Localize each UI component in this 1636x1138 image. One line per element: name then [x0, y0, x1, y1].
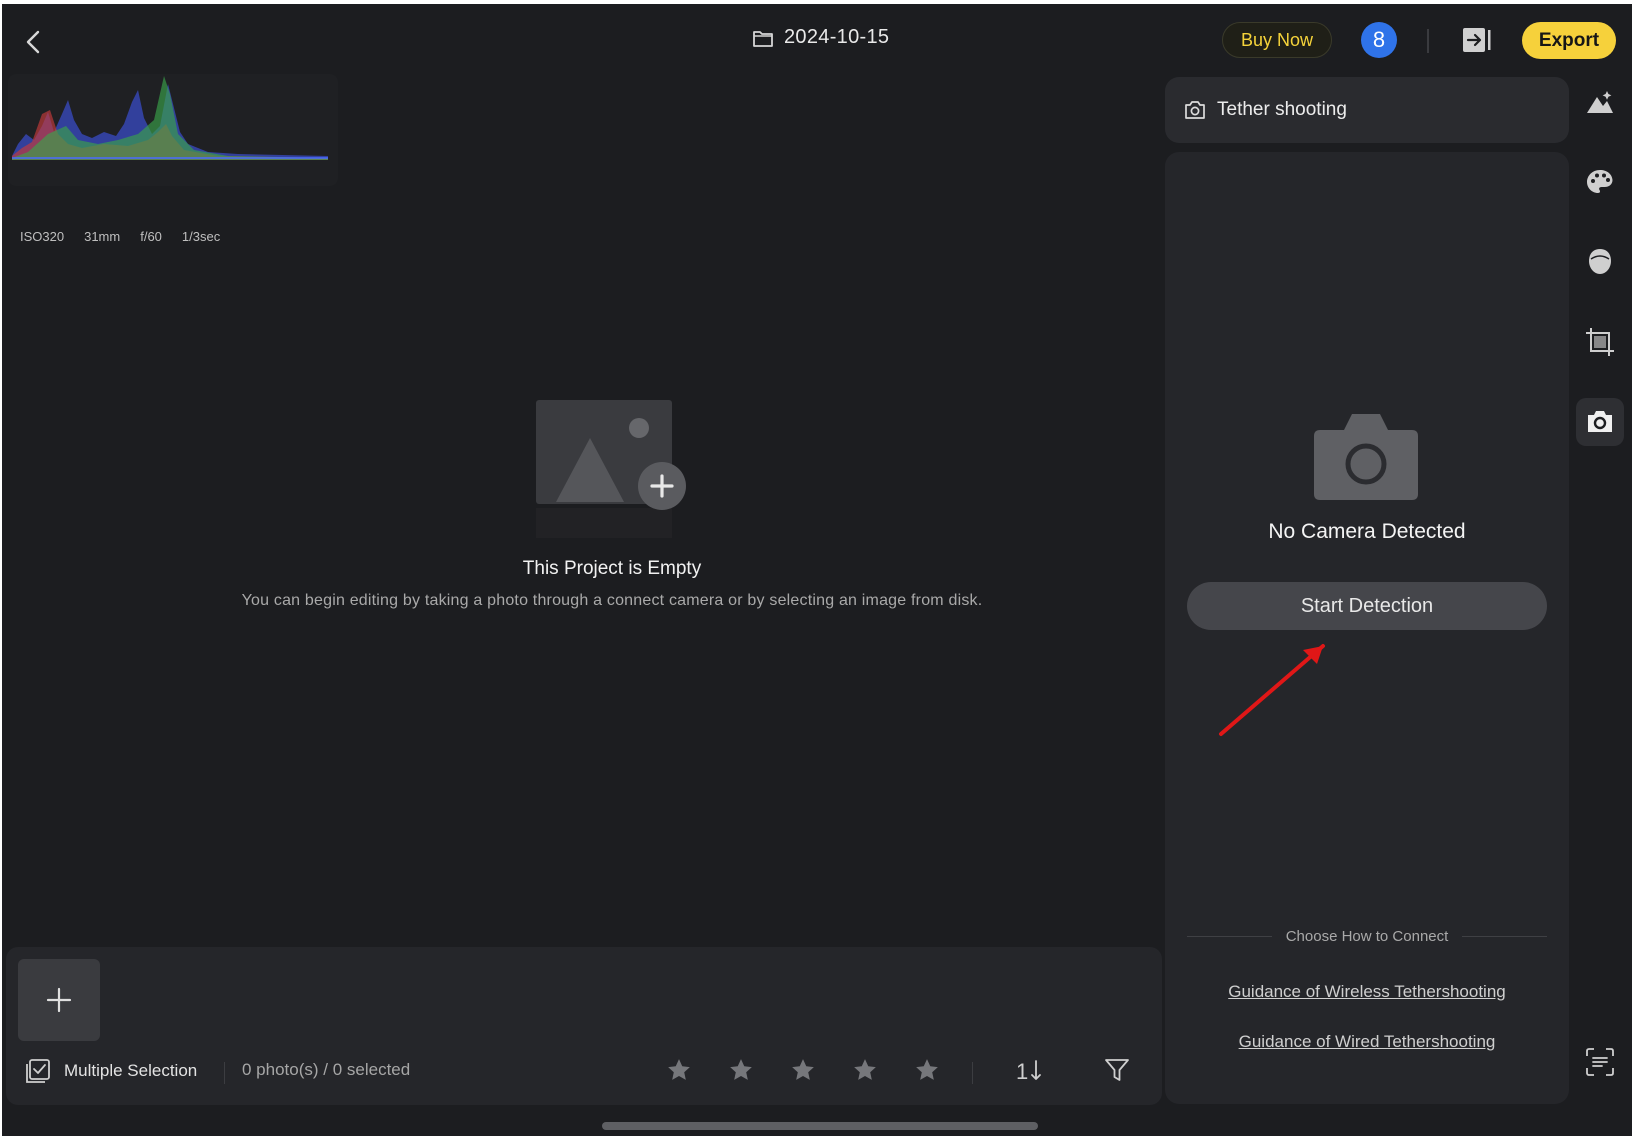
- rail-text-scan-button[interactable]: [1576, 1038, 1624, 1086]
- funnel-icon: [1105, 1059, 1129, 1081]
- rail-portrait-button[interactable]: [1576, 238, 1624, 286]
- red-arrow-annotation: [1219, 644, 1325, 736]
- rating-filter: [666, 1057, 940, 1083]
- text-scan-icon: [1586, 1048, 1614, 1076]
- home-indicator: [602, 1122, 1038, 1130]
- multi-select-icon: [26, 1059, 50, 1083]
- add-photo-button[interactable]: [18, 959, 100, 1041]
- histogram-graph: [12, 76, 328, 160]
- exit-panel-button[interactable]: [1460, 24, 1494, 56]
- divider: [972, 1062, 973, 1084]
- divider-line: [1187, 936, 1272, 937]
- project-title: 2024-10-15: [752, 26, 889, 49]
- divider: [224, 1062, 225, 1084]
- exif-shutter: 1/3sec: [181, 229, 221, 244]
- crop-icon: [1586, 328, 1614, 356]
- star-icon[interactable]: [666, 1057, 692, 1083]
- camera-icon: [1588, 411, 1612, 432]
- face-icon: [1589, 249, 1611, 274]
- sort-icon: 1: [1016, 1059, 1041, 1084]
- rail-tether-button[interactable]: [1576, 398, 1624, 446]
- camera-status: No Camera Detected: [1268, 520, 1466, 543]
- project-date: 2024-10-15: [784, 26, 890, 48]
- filter-button[interactable]: [1102, 1055, 1132, 1085]
- filmstrip: Multiple Selection 0 photo(s) / 0 select…: [6, 947, 1162, 1105]
- export-button[interactable]: Export: [1522, 22, 1616, 59]
- back-button[interactable]: [16, 24, 52, 60]
- camera-outline-icon: [1185, 101, 1205, 119]
- exif-info: ISO320 31mm f/60 1/3sec: [20, 229, 220, 244]
- connect-section-divider: Choose How to Connect: [1187, 928, 1547, 945]
- star-icon[interactable]: [728, 1057, 754, 1083]
- tether-header-label: Tether shooting: [1217, 99, 1347, 120]
- image-add-icon: [536, 400, 686, 538]
- histogram: ISO320 31mm f/60 1/3sec: [8, 74, 338, 244]
- star-icon[interactable]: [790, 1057, 816, 1083]
- chevron-left-icon: [26, 30, 40, 54]
- divider-line: [1462, 936, 1547, 937]
- landscape-icon: [1587, 91, 1613, 113]
- palette-icon: [1587, 170, 1613, 193]
- add-image-illustration: [534, 398, 694, 548]
- choose-connect-label: Choose How to Connect: [1285, 928, 1449, 945]
- star-icon[interactable]: [852, 1057, 878, 1083]
- photo-count: 0 photo(s) / 0 selected: [242, 1060, 411, 1079]
- tether-shooting-header: Tether shooting: [1165, 77, 1569, 143]
- sort-label: 1: [1016, 1059, 1028, 1084]
- rail-adjust-button[interactable]: [1576, 78, 1624, 126]
- rail-color-button[interactable]: [1576, 158, 1624, 206]
- folder-icon: [753, 30, 773, 47]
- empty-subtitle: You can begin editing by taking a photo …: [241, 592, 983, 609]
- panel-exit-icon: [1463, 28, 1491, 52]
- exif-focal: 31mm: [84, 229, 121, 244]
- exif-aperture: f/60: [140, 229, 162, 244]
- rail-crop-button[interactable]: [1576, 318, 1624, 366]
- app-window: 2024-10-15 Buy Now 8 Export ISO320 31mm …: [2, 4, 1632, 1136]
- star-icon[interactable]: [914, 1057, 940, 1083]
- multiple-selection-toggle[interactable]: Multiple Selection: [24, 1057, 197, 1085]
- sort-button[interactable]: 1: [1014, 1055, 1046, 1085]
- start-detection-button[interactable]: Start Detection: [1187, 582, 1547, 630]
- notification-badge[interactable]: 8: [1361, 22, 1397, 58]
- wireless-guide-link[interactable]: Guidance of Wireless Tethershooting: [1165, 982, 1569, 1002]
- plus-icon: [46, 987, 72, 1013]
- tether-panel: No Camera Detected Start Detection Choos…: [1165, 152, 1569, 1104]
- wired-guide-link[interactable]: Guidance of Wired Tethershooting: [1165, 1032, 1569, 1052]
- buy-now-button[interactable]: Buy Now: [1222, 22, 1332, 58]
- exif-iso: ISO320: [20, 229, 65, 244]
- empty-title: This Project is Empty: [522, 558, 702, 579]
- multiple-selection-label: Multiple Selection: [64, 1061, 198, 1080]
- camera-icon: [1314, 414, 1418, 500]
- divider: [1427, 29, 1429, 53]
